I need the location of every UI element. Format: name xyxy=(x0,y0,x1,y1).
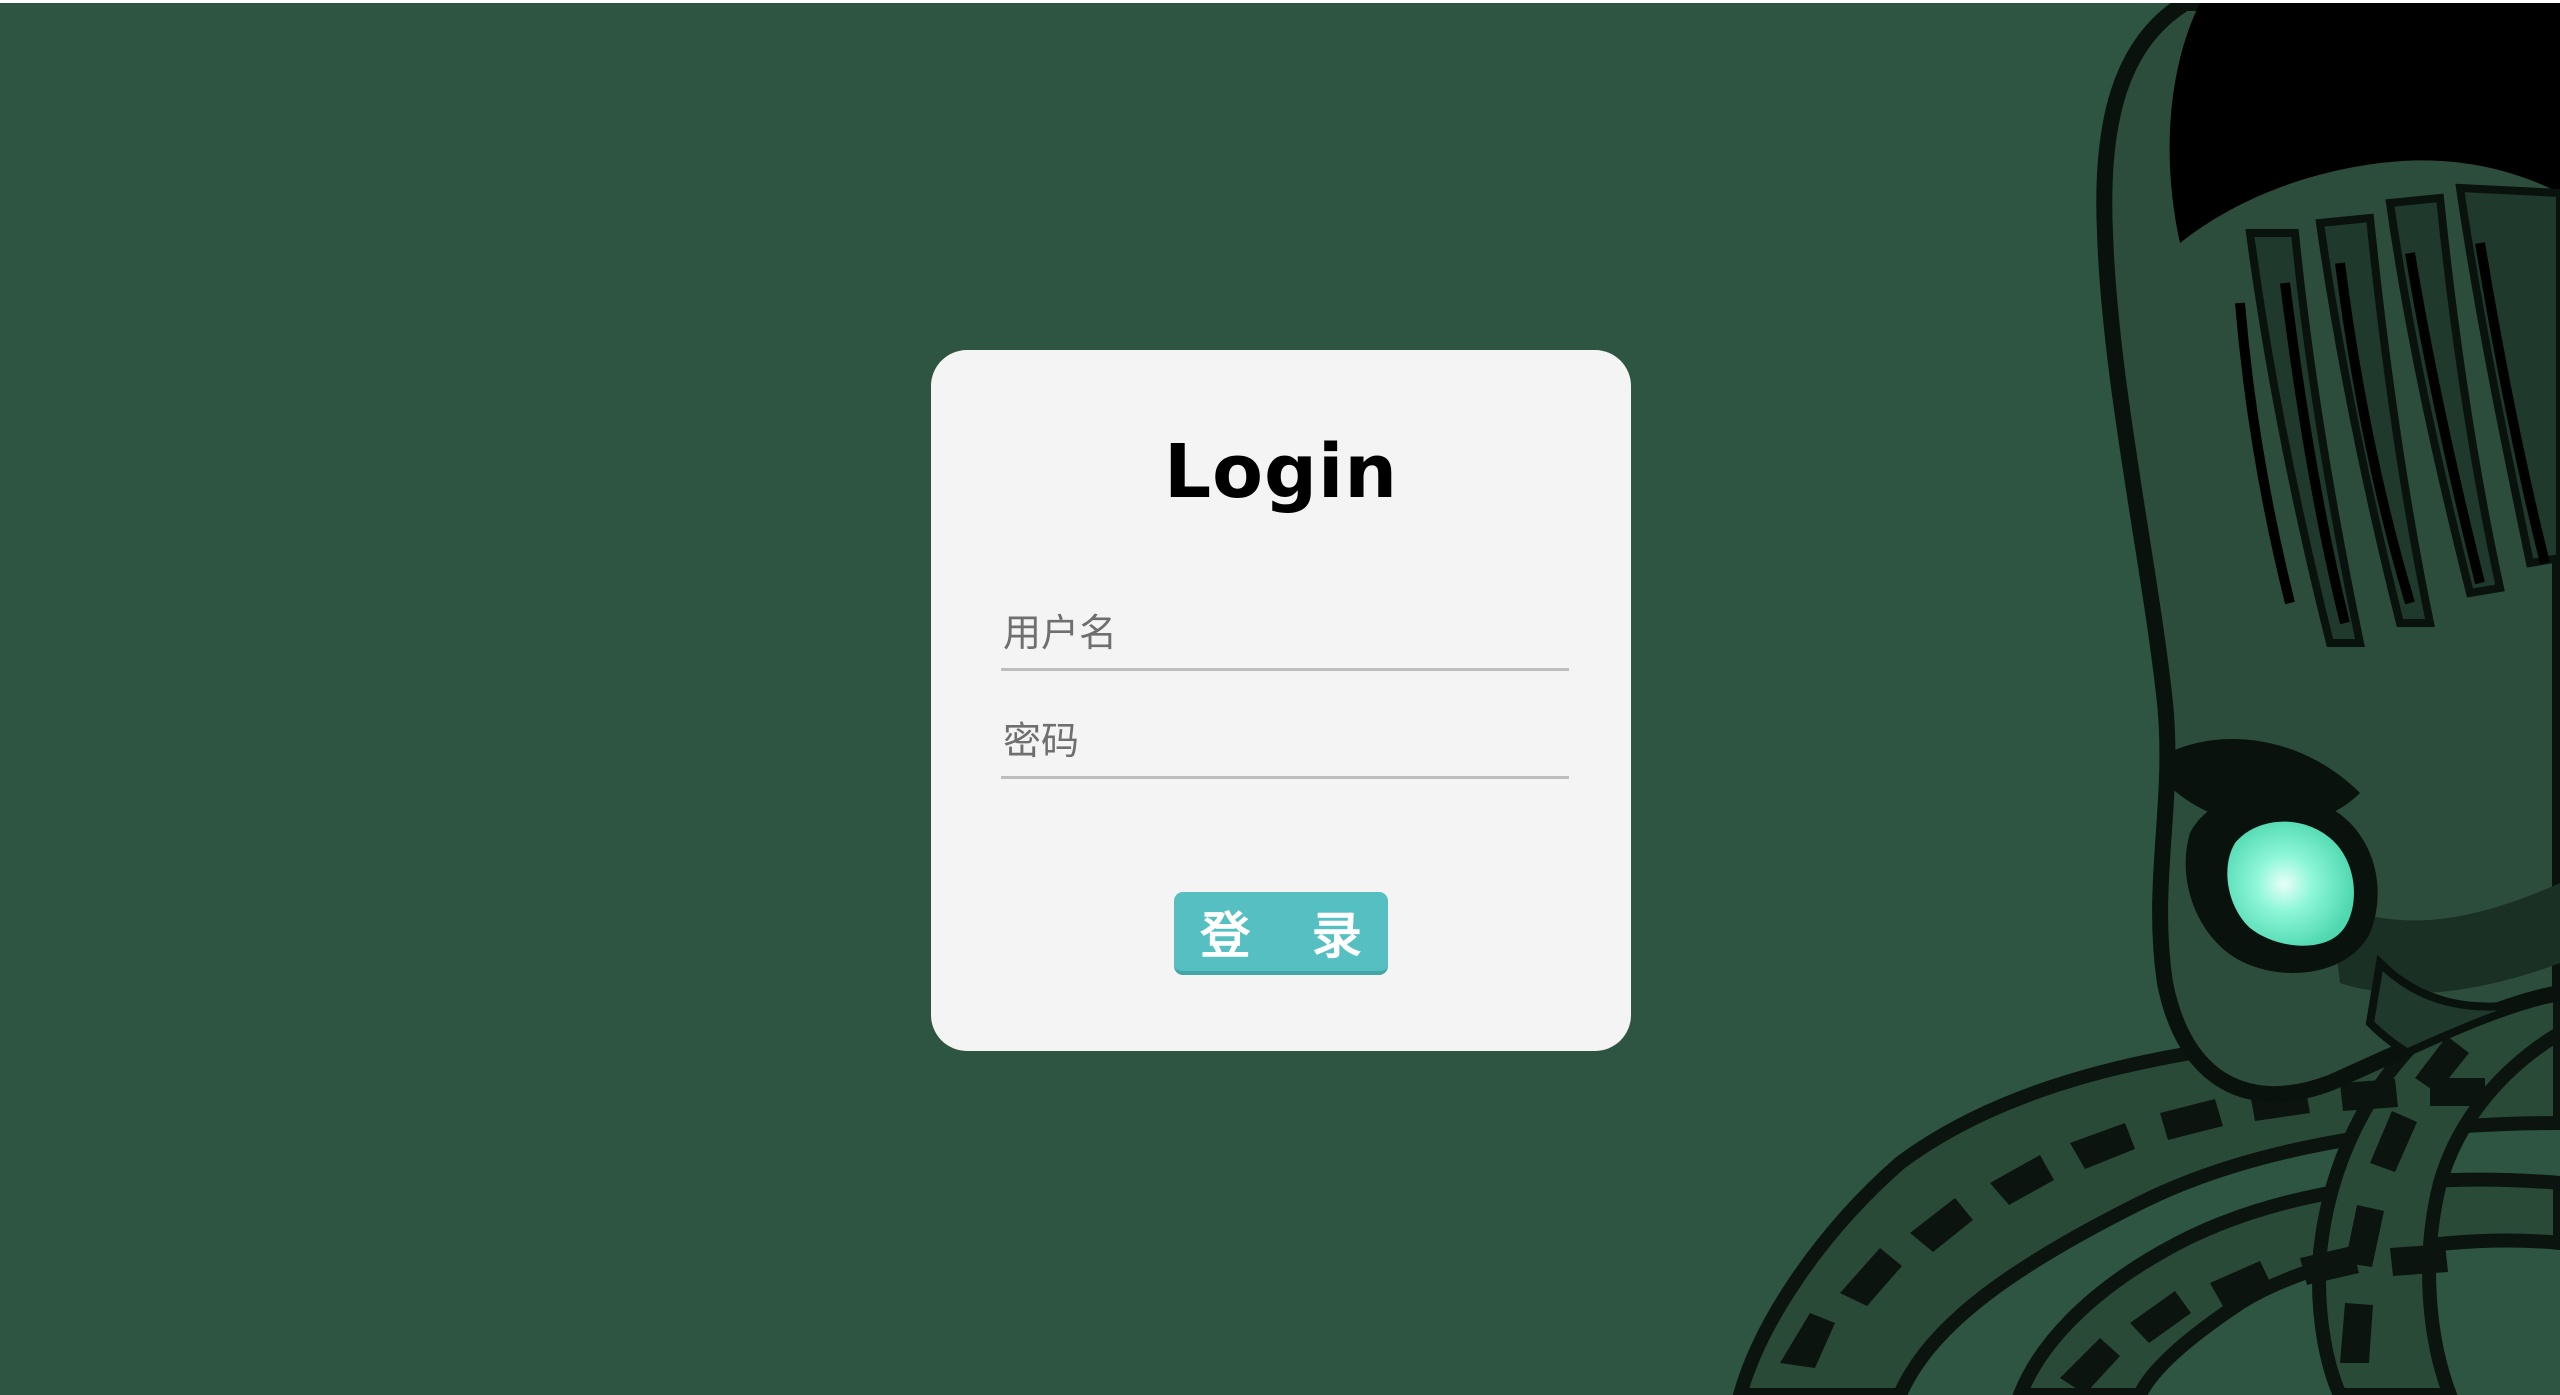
username-field xyxy=(1001,597,1569,671)
login-button[interactable]: 登 录 xyxy=(1174,892,1388,975)
login-title: Login xyxy=(1163,429,1398,515)
password-field xyxy=(1001,705,1569,779)
login-page-background: Login 登 录 xyxy=(0,3,2560,1395)
login-card: Login 登 录 xyxy=(931,350,1631,1051)
password-input[interactable] xyxy=(1001,705,1569,776)
username-input[interactable] xyxy=(1001,597,1569,668)
